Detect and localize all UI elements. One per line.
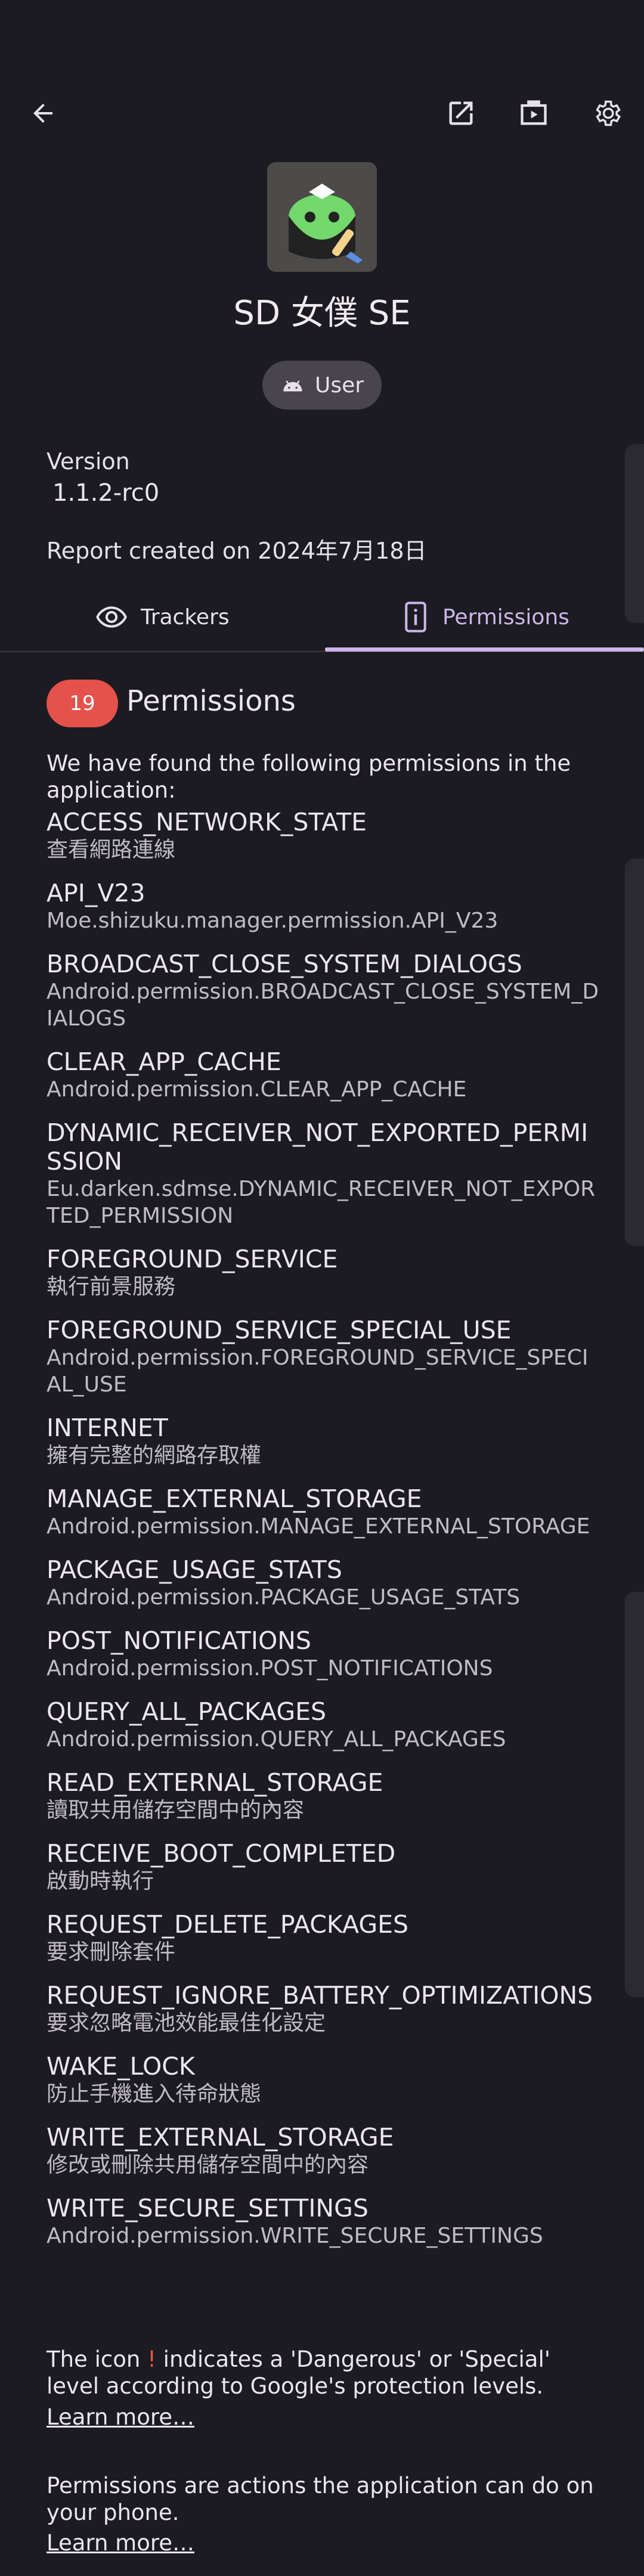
permission-item[interactable]: CLEAR_APP_CACHE Android.permission.CLEAR_…	[47, 1047, 601, 1103]
permission-description: Android.permission.QUERY_ALL_PACKAGES	[47, 1727, 506, 1752]
app-type-label: User	[314, 373, 364, 398]
icon-note-prefix: The icon	[47, 2346, 148, 2372]
permission-item[interactable]: WAKE_LOCK 防止手機進入待命狀態	[47, 2052, 601, 2107]
phone-info-icon	[405, 602, 426, 633]
android-icon	[283, 380, 302, 392]
permission-item[interactable]: REQUEST_IGNORE_BATTERY_OPTIMIZATIONS 要求忽略…	[47, 1981, 601, 2036]
permission-name: INTERNET	[47, 1413, 168, 1442]
app-store-icon	[521, 100, 547, 125]
gear-icon	[596, 100, 621, 126]
permissions-explanation: Permissions are actions the application …	[47, 2473, 594, 2525]
danger-mark-icon: !	[147, 2346, 156, 2372]
permission-item[interactable]: ACCESS_NETWORK_STATE 查看網路連線	[47, 808, 601, 863]
permission-name: FOREGROUND_SERVICE	[47, 1245, 338, 1273]
permission-item[interactable]: API_V23 Moe.shizuku.manager.permission.AP…	[47, 879, 601, 934]
settings-button[interactable]	[583, 89, 631, 137]
permission-name: FOREGROUND_SERVICE_SPECIAL_USE	[47, 1316, 512, 1344]
eye-icon	[96, 606, 127, 628]
permission-item[interactable]: RECEIVE_BOOT_COMPLETED 啟動時執行	[47, 1839, 601, 1895]
permission-item[interactable]: FOREGROUND_SERVICE_SPECIAL_USE Android.pe…	[47, 1316, 601, 1398]
scrollbar-segment[interactable]	[625, 444, 644, 623]
permission-item[interactable]: INTERNET 擁有完整的網路存取權	[47, 1413, 601, 1469]
permission-item[interactable]: POST_NOTIFICATIONS Android.permission.POS…	[47, 1626, 601, 1682]
permission-name: BROADCAST_CLOSE_SYSTEM_DIALOGS	[47, 950, 522, 978]
app-icon	[267, 162, 377, 272]
back-button[interactable]	[19, 89, 67, 137]
arrow-left-icon	[33, 104, 52, 123]
permission-item[interactable]: READ_EXTERNAL_STORAGE 讀取共用儲存空間中的內容	[47, 1768, 601, 1824]
permission-name: REQUEST_DELETE_PACKAGES	[47, 1910, 409, 1939]
permission-description: Android.permission.POST_NOTIFICATIONS	[47, 1656, 493, 1681]
learn-more-link-protection[interactable]: Learn more…	[47, 2404, 194, 2430]
scrollbar-segment[interactable]	[625, 858, 644, 1246]
permission-name: REQUEST_IGNORE_BATTERY_OPTIMIZATIONS	[47, 1981, 593, 2010]
version-value: 1.1.2-rc0	[52, 479, 160, 507]
icon-note: The icon ! indicates a 'Dangerous' or 'S…	[47, 2346, 601, 2400]
permission-description: Android.permission.MANAGE_EXTERNAL_STORA…	[47, 1514, 590, 1539]
permission-item[interactable]: QUERY_ALL_PACKAGES Android.permission.QUE…	[47, 1697, 601, 1753]
permission-description: 要求忽略電池效能最佳化設定	[47, 2011, 326, 2035]
tab-trackers[interactable]: Trackers	[95, 587, 230, 647]
permission-item[interactable]: WRITE_SECURE_SETTINGS Android.permission.…	[47, 2194, 601, 2249]
permissions-intro: We have found the following permissions …	[47, 751, 571, 803]
permission-name: QUERY_ALL_PACKAGES	[47, 1697, 327, 1726]
permission-name: POST_NOTIFICATIONS	[47, 1626, 311, 1655]
permission-description: 執行前景服務	[47, 1275, 176, 1299]
permission-description: Eu.darken.sdmse.DYNAMIC_RECEIVER_NOT_EXP…	[47, 1177, 596, 1228]
permissions-title: Permissions	[126, 684, 296, 718]
permission-item[interactable]: REQUEST_DELETE_PACKAGES 要求刪除套件	[47, 1910, 601, 1966]
permission-description: Android.permission.WRITE_SECURE_SETTINGS	[47, 2224, 543, 2248]
tab-permissions-label: Permissions	[442, 605, 569, 630]
permission-name: WAKE_LOCK	[47, 2052, 195, 2081]
permission-description: Android.permission.BROADCAST_CLOSE_SYSTE…	[47, 979, 599, 1031]
tab-trackers-label: Trackers	[141, 605, 230, 630]
permission-name: CLEAR_APP_CACHE	[47, 1047, 281, 1076]
permission-description: 修改或刪除共用儲存空間中的內容	[47, 2153, 369, 2177]
permission-name: API_V23	[47, 879, 145, 907]
tab-indicator	[325, 647, 644, 652]
permission-item[interactable]: FOREGROUND_SERVICE 執行前景服務	[47, 1245, 601, 1300]
permission-name: MANAGE_EXTERNAL_STORAGE	[47, 1484, 422, 1513]
scrollbar-segment[interactable]	[625, 1592, 644, 1997]
permission-count-badge: 19	[47, 680, 118, 727]
version-label: Version	[47, 448, 130, 475]
permission-list: ACCESS_NETWORK_STATE 查看網路連線 API_V23 Moe.shi…	[47, 808, 601, 2265]
permission-description: 讀取共用儲存空間中的內容	[47, 1798, 305, 1822]
permission-description: Android.permission.FOREGROUND_SERVICE_SP…	[47, 1346, 589, 1397]
permission-description: Android.permission.PACKAGE_USAGE_STATS	[47, 1585, 521, 1610]
permission-description: 擁有完整的網路存取權	[47, 1443, 262, 1468]
learn-more-link-permissions[interactable]: Learn more…	[47, 2530, 194, 2556]
open-external-button[interactable]	[437, 89, 485, 137]
permission-name: WRITE_EXTERNAL_STORAGE	[47, 2123, 394, 2152]
app-type-chip[interactable]: User	[262, 361, 382, 410]
permission-description: 查看網路連線	[47, 838, 176, 862]
app-name: SD 女僕 SE	[233, 294, 411, 333]
permission-description: 要求刪除套件	[47, 1940, 176, 1964]
permission-name: DYNAMIC_RECEIVER_NOT_EXPORTED_PERMISSION	[47, 1118, 589, 1176]
permission-item[interactable]: BROADCAST_CLOSE_SYSTEM_DIALOGS Android.pe…	[47, 950, 601, 1032]
app-store-button[interactable]	[510, 89, 558, 137]
report-created: Report created on 2024年7月18日	[47, 538, 427, 564]
tab-permissions[interactable]: Permissions	[402, 587, 569, 647]
permission-description: Moe.shizuku.manager.permission.API_V23	[47, 909, 499, 933]
permission-description: Android.permission.CLEAR_APP_CACHE	[47, 1077, 467, 1102]
tab-bar: Trackers Permissions	[0, 587, 644, 653]
permission-name: RECEIVE_BOOT_COMPLETED	[47, 1839, 396, 1868]
permission-item[interactable]: PACKAGE_USAGE_STATS Android.permission.PA…	[47, 1555, 601, 1611]
permission-name: READ_EXTERNAL_STORAGE	[47, 1768, 383, 1797]
permission-description: 啟動時執行	[47, 1869, 154, 1893]
open-external-icon	[449, 101, 473, 125]
permission-name: ACCESS_NETWORK_STATE	[47, 808, 367, 836]
permission-description: 防止手機進入待命狀態	[47, 2082, 262, 2106]
permission-name: PACKAGE_USAGE_STATS	[47, 1555, 342, 1584]
permission-name: WRITE_SECURE_SETTINGS	[47, 2194, 369, 2222]
permission-item[interactable]: MANAGE_EXTERNAL_STORAGE Android.permissio…	[47, 1484, 601, 1540]
permission-item[interactable]: WRITE_EXTERNAL_STORAGE 修改或刪除共用儲存空間中的內容	[47, 2123, 601, 2178]
permission-item[interactable]: DYNAMIC_RECEIVER_NOT_EXPORTED_PERMISSION…	[47, 1118, 601, 1229]
